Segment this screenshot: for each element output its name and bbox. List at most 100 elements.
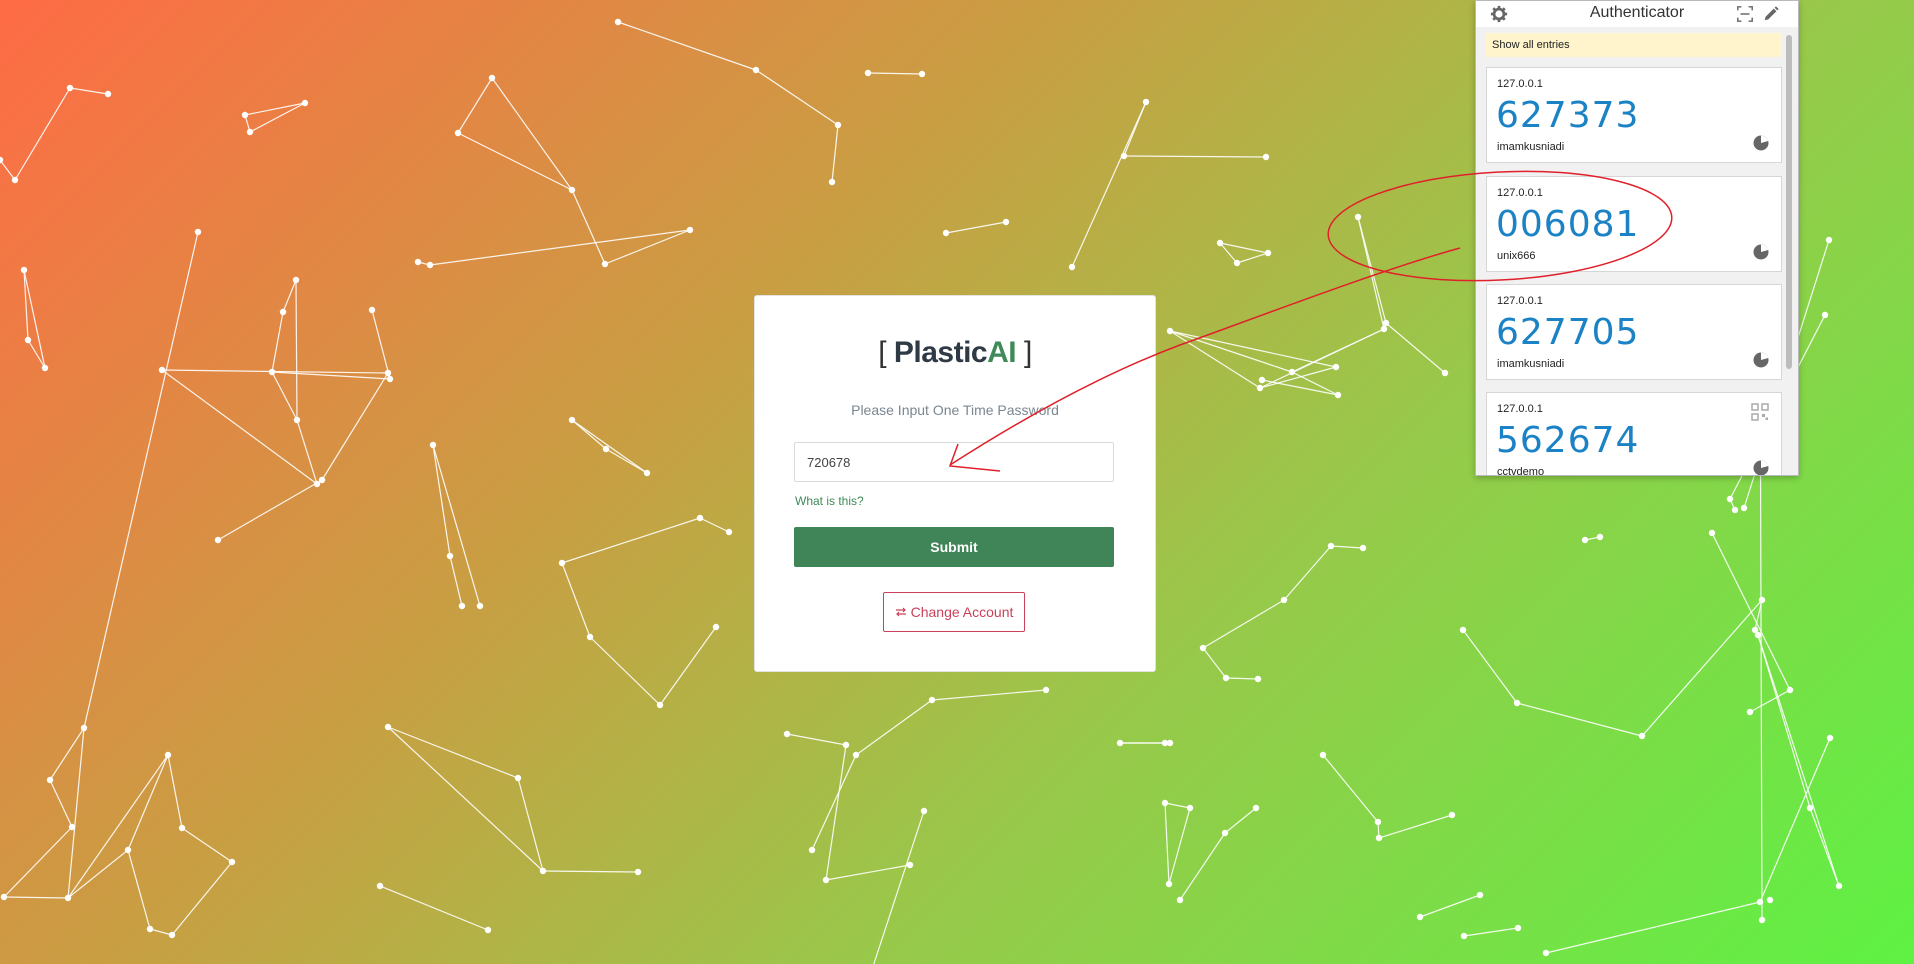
network-node	[1166, 739, 1174, 747]
network-node	[1332, 363, 1340, 371]
network-node	[66, 84, 74, 92]
network-line	[296, 419, 318, 485]
network-line	[786, 733, 847, 746]
network-line	[1641, 599, 1763, 737]
network-node	[68, 823, 76, 831]
entry-code: 562674	[1496, 420, 1640, 461]
network-node	[0, 156, 4, 164]
scan-qr-icon[interactable]	[1736, 5, 1754, 23]
network-node	[1199, 644, 1207, 652]
network-line	[379, 885, 489, 931]
network-node	[918, 70, 926, 78]
network-line	[1759, 737, 1831, 903]
network-node	[712, 623, 720, 631]
network-line	[873, 810, 925, 964]
network-node	[696, 514, 704, 522]
network-node	[920, 807, 928, 815]
network-node	[24, 336, 32, 344]
network-line	[1419, 894, 1481, 918]
network-node	[476, 602, 484, 610]
network-node	[1319, 751, 1327, 759]
network-node	[80, 724, 88, 732]
network-node	[293, 416, 301, 424]
network-line	[1179, 832, 1226, 901]
network-node	[1327, 542, 1335, 550]
network-node	[1233, 259, 1241, 267]
authenticator-popup: Authenticator Show all entries 127.0.0.1…	[1475, 0, 1799, 476]
network-line	[831, 124, 839, 183]
network-node	[601, 260, 609, 268]
network-node	[368, 306, 376, 314]
otp-input[interactable]	[794, 442, 1114, 482]
network-node	[1262, 153, 1270, 161]
network-line	[1202, 647, 1227, 679]
network-node	[376, 882, 384, 890]
network-node	[783, 730, 791, 738]
network-line	[387, 726, 544, 872]
qr-code-icon[interactable]	[1751, 403, 1769, 421]
network-line	[282, 279, 297, 313]
network-line	[1169, 330, 1261, 389]
change-account-button[interactable]: Change Account	[883, 592, 1025, 632]
network-node	[1806, 804, 1814, 812]
change-account-label: Change Account	[910, 604, 1014, 620]
network-node	[11, 176, 19, 184]
network-line	[571, 419, 607, 450]
network-node	[1254, 675, 1262, 683]
network-node	[1042, 686, 1050, 694]
network-line	[867, 72, 923, 75]
network-node	[0, 893, 8, 901]
network-line	[1283, 545, 1332, 601]
entry-account: unix666	[1497, 250, 1536, 262]
network-node	[1460, 932, 1468, 940]
network-node	[194, 228, 202, 236]
timer-pie-icon	[1753, 135, 1769, 151]
network-node	[384, 369, 392, 377]
network-line	[1330, 545, 1364, 549]
logo-open-bracket: [	[878, 336, 887, 369]
network-node	[1354, 213, 1362, 221]
scrollbar[interactable]	[1786, 35, 1792, 369]
otp-entry[interactable]: 127.0.0.1 627373 imamkusniadi	[1486, 67, 1782, 163]
network-line	[171, 861, 233, 936]
network-node	[752, 66, 760, 74]
entry-code: 627705	[1496, 312, 1640, 353]
network-line	[3, 826, 73, 898]
entry-account: cctvdemo	[1497, 466, 1545, 476]
network-line	[127, 849, 151, 930]
network-node	[1746, 708, 1754, 716]
submit-button[interactable]: Submit	[794, 527, 1114, 567]
network-line	[457, 77, 493, 134]
network-line	[49, 727, 85, 781]
network-line	[1259, 328, 1385, 389]
network-line	[1123, 155, 1267, 158]
network-node	[834, 121, 842, 129]
network-node	[906, 861, 914, 869]
otp-entry[interactable]: 127.0.0.1 562674 cctvdemo	[1486, 392, 1782, 476]
network-line	[1291, 371, 1339, 396]
network-line	[699, 517, 730, 533]
show-all-entries-notice[interactable]: Show all entries	[1486, 33, 1782, 57]
pencil-icon[interactable]	[1762, 5, 1780, 23]
otp-entry[interactable]: 127.0.0.1 006081 unix666	[1486, 176, 1782, 272]
network-line	[14, 87, 71, 181]
timer-pie-icon	[1753, 352, 1769, 368]
network-node	[426, 261, 434, 269]
otp-entry[interactable]: 127.0.0.1 627705 imamkusniadi	[1486, 284, 1782, 380]
timer-pie-icon	[1753, 460, 1769, 475]
network-node	[1252, 804, 1260, 812]
network-line	[571, 189, 606, 265]
timer-pie-icon	[1753, 244, 1769, 260]
network-node	[384, 723, 392, 731]
network-node	[228, 858, 236, 866]
network-line	[825, 864, 911, 881]
network-node	[686, 226, 694, 234]
network-node	[643, 469, 651, 477]
network-node	[1638, 732, 1646, 740]
network-node	[1165, 880, 1173, 888]
network-line	[432, 444, 451, 557]
network-node	[1448, 811, 1456, 819]
what-is-this-link[interactable]: What is this?	[795, 494, 864, 508]
network-node	[1002, 218, 1010, 226]
network-line	[931, 689, 1047, 701]
